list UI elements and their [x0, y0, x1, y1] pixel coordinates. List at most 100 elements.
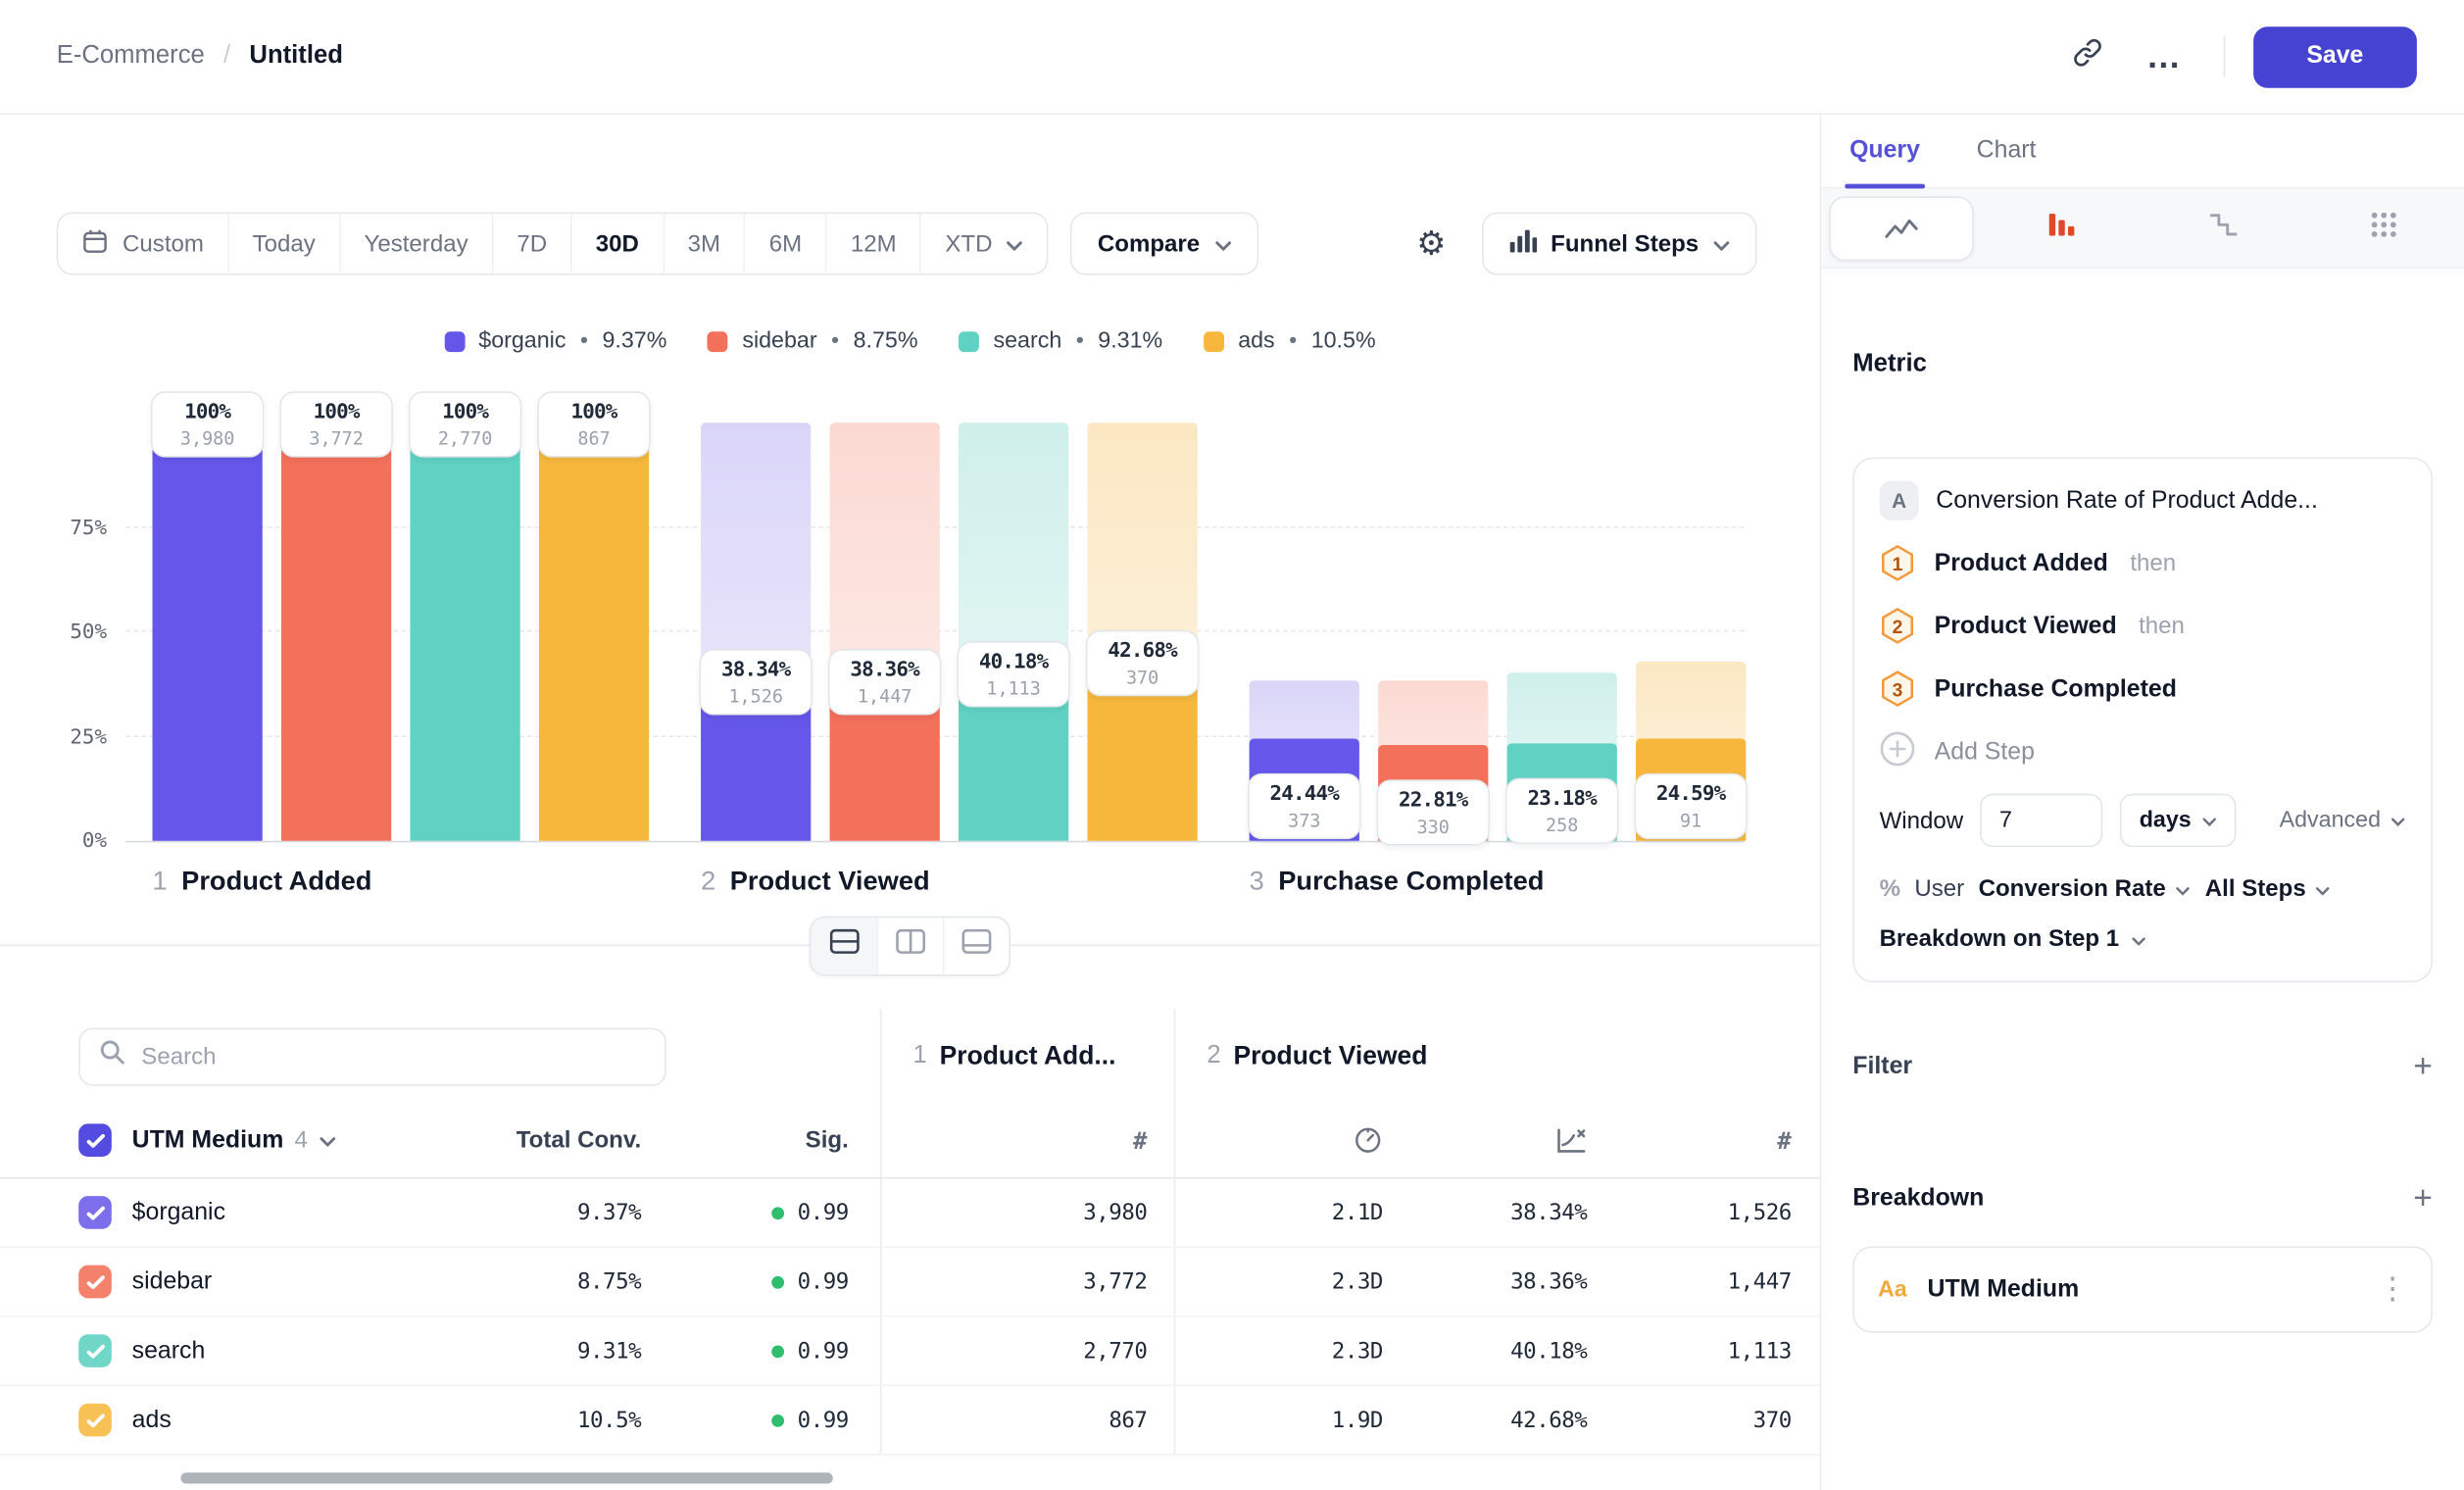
hash-icon[interactable]: # — [1777, 1126, 1791, 1155]
chart-type-grid-tab[interactable] — [2303, 188, 2464, 267]
compare-button[interactable]: Compare — [1071, 212, 1258, 274]
group-column-header[interactable]: UTM Medium — [132, 1126, 284, 1155]
search-box — [78, 1027, 666, 1085]
add-breakdown-button[interactable]: + — [2413, 1183, 2433, 1215]
step-event-name[interactable]: Product Viewed — [1935, 612, 2117, 640]
row-total-conv: 8.75% — [468, 1269, 641, 1295]
chart-type-steps-tab[interactable] — [2143, 188, 2303, 267]
calendar-icon — [81, 227, 108, 261]
funnel-step-item[interactable]: 2 Product Viewed then — [1880, 607, 2406, 646]
breakdown-property-chip[interactable]: Aa UTM Medium ⋮ — [1852, 1246, 2433, 1332]
chevron-down-icon — [2390, 808, 2406, 833]
compare-label: Compare — [1098, 230, 1200, 257]
funnel-step-item[interactable]: 3 Purchase Completed — [1880, 670, 2406, 709]
tab-chart[interactable]: Chart — [1972, 115, 2041, 187]
horizontal-scrollbar[interactable] — [180, 1472, 832, 1483]
range-12m-button[interactable]: 12M — [825, 214, 919, 273]
filter-heading: Filter — [1852, 1053, 1912, 1081]
legend-swatch — [959, 330, 979, 351]
range-3m-button[interactable]: 3M — [663, 214, 744, 273]
funnel-step-labels: 1Product Added 2Product Viewed 3Purchase… — [153, 866, 1820, 897]
funnel-chart-icon — [2048, 210, 2077, 246]
sig-column-header[interactable]: Sig. — [672, 1127, 849, 1154]
topbar: E-Commerce / Untitled … Save — [0, 0, 2464, 115]
dot-separator: • — [831, 328, 839, 354]
legend-name: sidebar — [742, 328, 816, 354]
funnel-bar[interactable] — [410, 422, 519, 840]
row-checkbox[interactable] — [78, 1196, 112, 1229]
table-row[interactable]: sidebar 8.75% 0.99 3,772 2.3D 38.36% 1,4… — [0, 1248, 1820, 1317]
layout-split-horizontal-button[interactable] — [811, 918, 876, 974]
chart-type-funnel-tab[interactable] — [1982, 188, 2143, 267]
row-checkbox[interactable] — [78, 1266, 112, 1299]
bottom-panel-icon — [961, 929, 991, 963]
breakdown-on-step-select[interactable]: Breakdown on Step 1 — [1880, 925, 2146, 952]
advanced-button[interactable]: Advanced — [2280, 808, 2406, 833]
dot-separator: • — [1289, 328, 1297, 354]
range-label: Custom — [123, 230, 204, 257]
measure-user-label[interactable]: User — [1914, 875, 1964, 902]
chevron-down-icon[interactable] — [319, 1126, 336, 1155]
window-unit-select[interactable]: days — [2120, 794, 2237, 848]
window-value-input[interactable] — [1981, 794, 2103, 848]
add-filter-button[interactable]: + — [2413, 1052, 2433, 1083]
row-checkbox[interactable] — [78, 1334, 112, 1367]
metric-title[interactable]: Conversion Rate of Product Adde... — [1936, 486, 2318, 515]
funnel-bar[interactable] — [539, 422, 649, 840]
funnel-bar[interactable] — [153, 422, 263, 840]
dot-separator: • — [1076, 328, 1084, 354]
breadcrumb-parent[interactable]: E-Commerce — [57, 42, 205, 71]
range-today-button[interactable]: Today — [227, 214, 339, 273]
save-button[interactable]: Save — [2253, 25, 2417, 87]
kebab-menu-icon[interactable]: ⋮ — [2378, 1271, 2407, 1308]
chevron-down-icon — [2315, 875, 2331, 902]
chart-type-line-tab[interactable] — [1821, 188, 1982, 267]
range-xtd-button[interactable]: XTD — [920, 214, 1048, 273]
chevron-down-icon — [2130, 925, 2145, 952]
select-all-checkbox[interactable] — [78, 1123, 112, 1157]
funnel-step-group-3: 24.44%373 22.81%330 23.18%258 24.59%91 — [1250, 422, 1747, 840]
more-menu-button[interactable]: … — [2132, 25, 2194, 88]
table-step-header-row: 1Product Add... 2Product Viewed — [0, 1009, 1820, 1103]
total-conv-column-header[interactable]: Total Conv. — [468, 1127, 641, 1154]
chevron-down-icon — [2175, 875, 2191, 902]
measure-scope-select[interactable]: All Steps — [2205, 875, 2332, 902]
step-event-name[interactable]: Purchase Completed — [1935, 675, 2177, 704]
breadcrumb: E-Commerce / Untitled — [57, 42, 343, 71]
time-series-icon[interactable] — [1411, 1126, 1615, 1155]
layout-bottom-panel-button[interactable] — [943, 918, 1009, 974]
range-custom-button[interactable]: Custom — [58, 214, 227, 273]
step-event-name[interactable]: Product Added — [1935, 549, 2108, 577]
group-count: 4 — [295, 1127, 308, 1154]
layout-split-vertical-button[interactable] — [877, 918, 943, 974]
tab-query[interactable]: Query — [1845, 115, 1924, 187]
significance-dot — [772, 1414, 785, 1426]
range-30d-button[interactable]: 30D — [570, 214, 663, 273]
breadcrumb-current[interactable]: Untitled — [249, 42, 342, 71]
table-row[interactable]: search 9.31% 0.99 2,770 2.3D 40.18% 1,11… — [0, 1317, 1820, 1387]
funnel-step-item[interactable]: 1 Product Added then — [1880, 544, 2406, 583]
legend-item[interactable]: sidebar•8.75% — [708, 328, 917, 354]
legend-item[interactable]: search•9.31% — [959, 328, 1162, 354]
bar-value-label: 38.34%1,526 — [699, 649, 812, 715]
row-step1-count: 3,772 — [1083, 1269, 1147, 1295]
table-row[interactable]: $organic 9.37% 0.99 3,980 2.1D 38.34% 1,… — [0, 1178, 1820, 1248]
measure-type-select[interactable]: Conversion Rate — [1979, 875, 2192, 902]
settings-gear-button[interactable]: ⚙ — [1400, 212, 1462, 274]
row-checkbox[interactable] — [78, 1404, 112, 1437]
range-yesterday-button[interactable]: Yesterday — [339, 214, 492, 273]
legend-item[interactable]: ads•10.5% — [1204, 328, 1376, 354]
range-6m-button[interactable]: 6M — [744, 214, 825, 273]
hash-icon[interactable]: # — [1133, 1126, 1147, 1155]
avg-time-icon[interactable] — [1207, 1125, 1410, 1155]
search-input[interactable] — [141, 1043, 646, 1069]
add-step-button[interactable]: Add Step — [1880, 732, 2406, 771]
table-row[interactable]: ads 10.5% 0.99 867 1.9D 42.68% 370 — [0, 1386, 1820, 1456]
range-label: Today — [253, 230, 316, 257]
range-label: 3M — [688, 230, 720, 257]
range-7d-button[interactable]: 7D — [492, 214, 570, 273]
chart-view-selector-button[interactable]: Funnel Steps — [1482, 212, 1757, 274]
share-link-button[interactable] — [2056, 25, 2119, 88]
legend-item[interactable]: $organic•9.37% — [444, 328, 666, 354]
funnel-bar[interactable] — [281, 422, 391, 840]
